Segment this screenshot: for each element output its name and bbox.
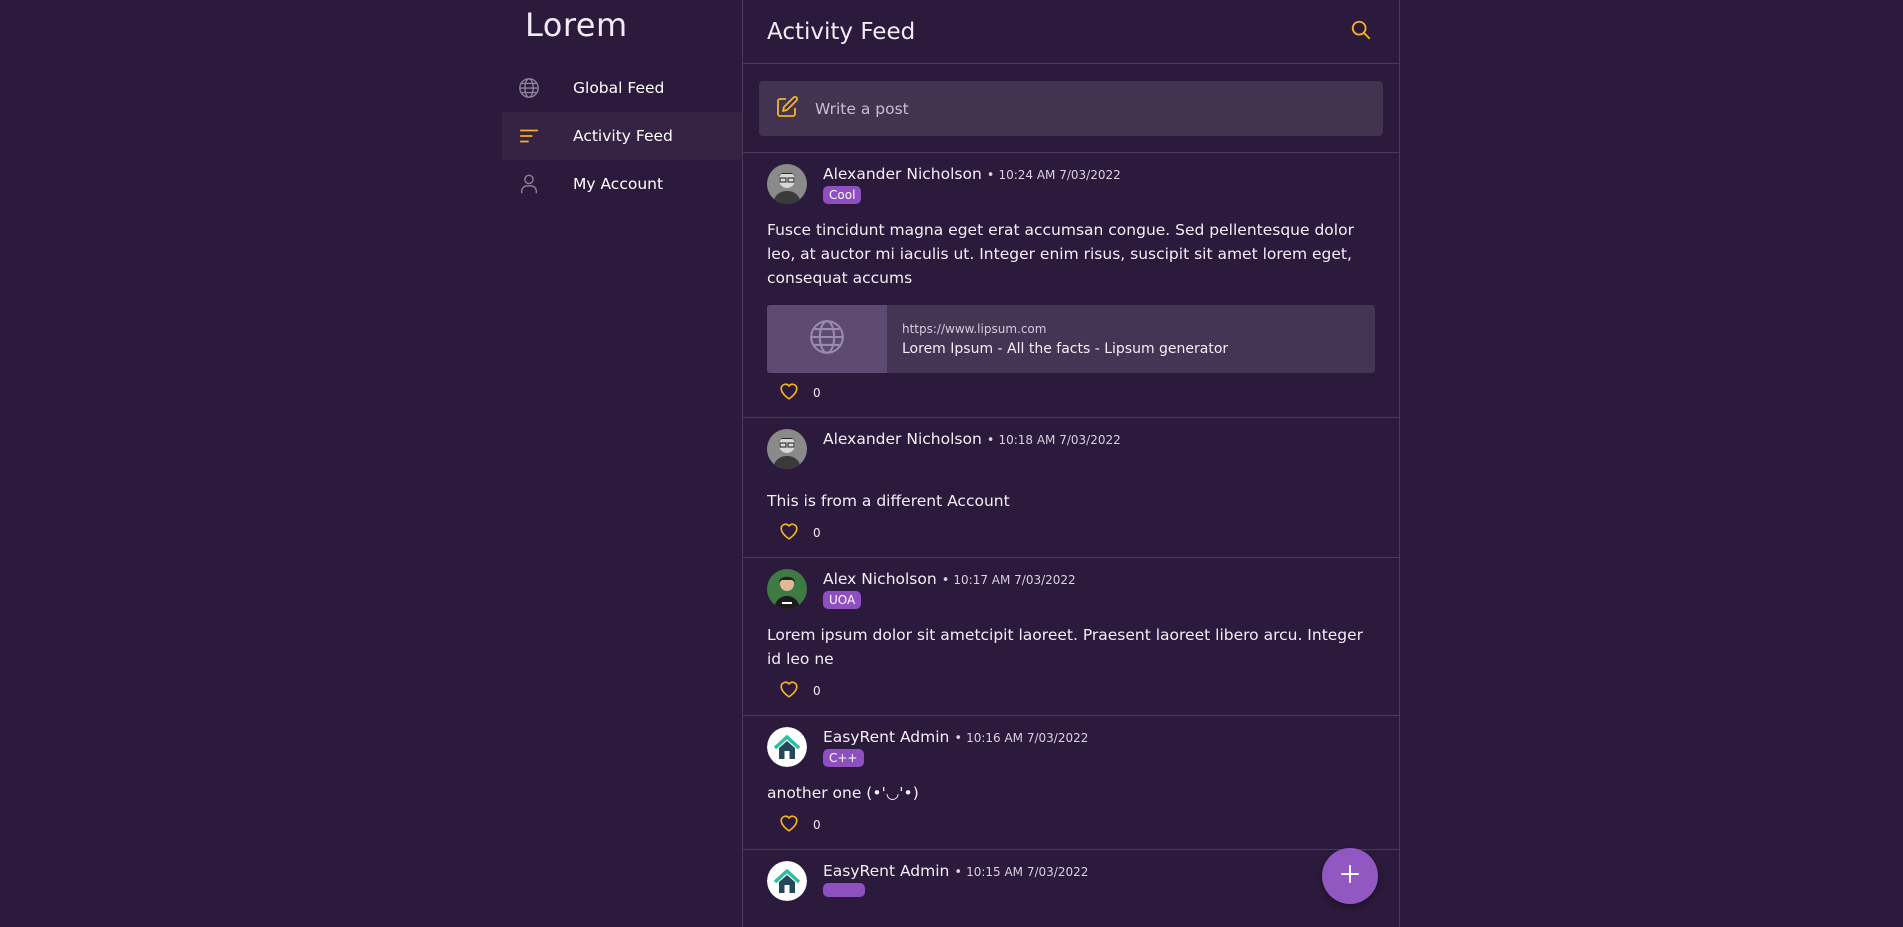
link-url: https://www.lipsum.com [902,321,1047,336]
meta-separator: • [941,573,950,588]
post-timestamp: 10:17 AM 7/03/2022 [953,573,1076,587]
write-post-placeholder: Write a post [815,99,909,118]
like-button[interactable] [777,679,801,703]
meta-separator: • [986,168,995,183]
search-button[interactable] [1347,18,1375,46]
post-timestamp: 10:18 AM 7/03/2022 [998,433,1121,447]
avatar[interactable] [767,569,807,609]
globe-icon [808,318,846,360]
plus-icon [1340,864,1360,888]
feed-column: Activity Feed Write a post Alexander Nic… [742,0,1400,927]
post-body: Fusce tincidunt magna eget erat accumsan… [767,221,1354,287]
like-count: 0 [813,526,821,540]
nav-item-label: My Account [573,175,664,193]
meta-separator: • [954,865,963,880]
post-body: Lorem ipsum dolor sit ametcipit laoreet.… [767,626,1364,668]
nav-item-activity-feed[interactable]: Activity Feed [502,112,742,160]
post-author[interactable]: Alexander Nicholson [823,430,982,448]
activity-lines-icon [518,125,540,147]
nav-item-my-account[interactable]: My Account [502,160,742,208]
feed-header: Activity Feed [743,0,1399,64]
link-preview-card[interactable]: https://www.lipsum.com Lorem Ipsum - All… [767,305,1375,373]
nav-item-label: Global Feed [573,79,665,97]
avatar[interactable] [767,727,807,767]
nav-item-label: Activity Feed [573,127,673,145]
new-post-button[interactable] [1322,848,1378,904]
post-tag[interactable]: UOA [823,591,862,609]
post-author[interactable]: Alexander Nicholson [823,165,982,183]
like-button[interactable] [777,521,801,545]
avatar[interactable] [767,861,807,901]
post-item: Alexander Nicholson • 10:24 AM 7/03/2022… [743,153,1399,418]
post-body: This is from a different Account [767,492,1010,510]
like-count: 0 [813,386,821,400]
heart-icon [778,678,800,704]
like-count: 0 [813,818,821,832]
post-body: another one (•'◡'•) [767,784,919,802]
brand-logo[interactable]: Lorem [525,6,628,44]
meta-separator: • [954,731,963,746]
post-timestamp: 10:15 AM 7/03/2022 [966,865,1089,879]
post-author[interactable]: EasyRent Admin [823,728,949,746]
sidebar-nav: Global Feed Activity Feed My Account [502,64,742,208]
post-item: EasyRent Admin • 10:16 AM 7/03/2022 C++ … [743,716,1399,850]
post-timestamp: 10:24 AM 7/03/2022 [998,168,1121,182]
post-tag[interactable]: C++ [823,749,864,767]
like-count: 0 [813,684,821,698]
sidebar: Lorem Global Feed Activity Feed My Accou… [502,0,742,927]
avatar[interactable] [767,429,807,469]
globe-icon [518,77,540,99]
heart-icon [778,380,800,406]
post-timestamp: 10:16 AM 7/03/2022 [966,731,1089,745]
link-title: Lorem Ipsum - All the facts - Lipsum gen… [902,340,1229,357]
search-icon [1350,19,1372,45]
page-title: Activity Feed [767,18,916,45]
nav-item-global-feed[interactable]: Global Feed [502,64,742,112]
heart-icon [778,520,800,546]
person-icon [518,173,540,195]
post-item: Alexander Nicholson • 10:18 AM 7/03/2022… [743,418,1399,558]
post-tag[interactable]: Cool [823,186,862,204]
edit-icon [775,95,799,123]
heart-icon [778,812,800,838]
composer-section: Write a post [743,64,1399,153]
meta-separator: • [986,433,995,448]
like-button[interactable] [777,381,801,405]
like-button[interactable] [777,813,801,837]
post-tag[interactable] [823,883,865,897]
avatar[interactable] [767,164,807,204]
post-item: Alex Nicholson • 10:17 AM 7/03/2022 UOA … [743,558,1399,716]
post-item: EasyRent Admin • 10:15 AM 7/03/2022 [743,850,1399,913]
post-author[interactable]: Alex Nicholson [823,570,937,588]
post-author[interactable]: EasyRent Admin [823,862,949,880]
write-post-field[interactable]: Write a post [759,81,1383,136]
